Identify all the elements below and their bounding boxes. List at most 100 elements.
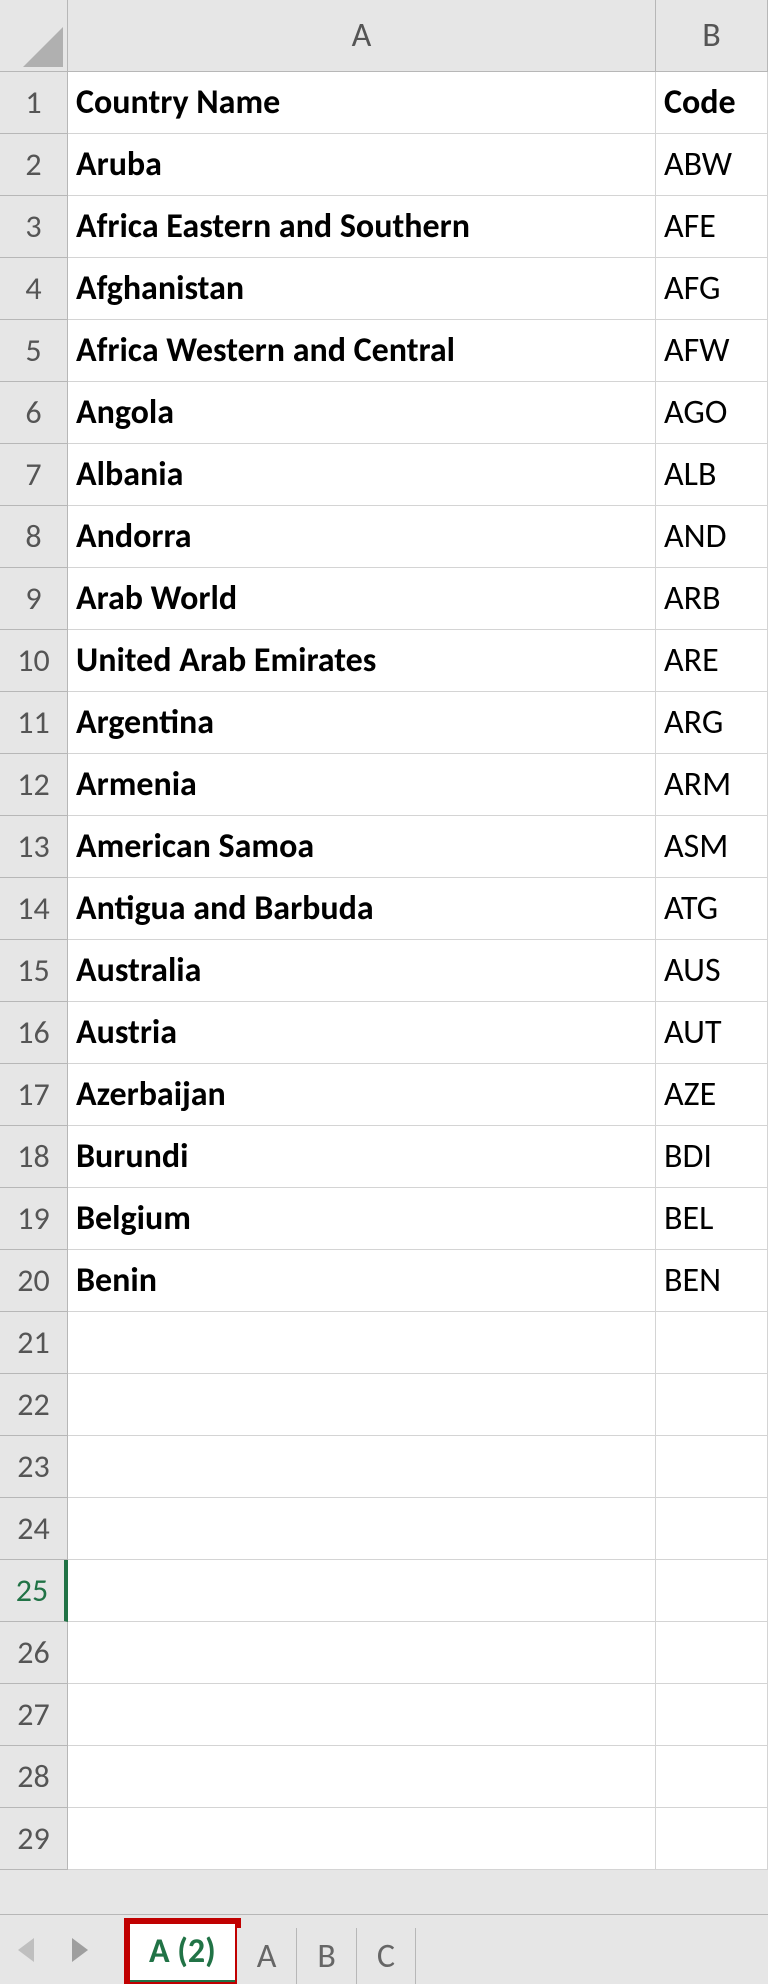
cell-B[interactable]: ATG xyxy=(656,878,768,940)
cell-B[interactable] xyxy=(656,1436,768,1498)
row-header[interactable]: 9 xyxy=(0,568,68,630)
row-header[interactable]: 2 xyxy=(0,134,68,196)
row-header[interactable]: 18 xyxy=(0,1126,68,1188)
spreadsheet-window: A B 1Country NameCode2ArubaABW3Africa Ea… xyxy=(0,0,768,1984)
cell-A[interactable]: Belgium xyxy=(68,1188,656,1250)
cell-B[interactable] xyxy=(656,1746,768,1808)
row-header[interactable]: 20 xyxy=(0,1250,68,1312)
row-header[interactable]: 10 xyxy=(0,630,68,692)
cell-B[interactable] xyxy=(656,1374,768,1436)
row-header[interactable]: 7 xyxy=(0,444,68,506)
cell-A[interactable]: United Arab Emirates xyxy=(68,630,656,692)
row-header[interactable]: 16 xyxy=(0,1002,68,1064)
row-header[interactable]: 26 xyxy=(0,1622,68,1684)
cell-A[interactable]: Africa Eastern and Southern xyxy=(68,196,656,258)
column-header-A[interactable]: A xyxy=(68,0,656,72)
cell-B[interactable]: AND xyxy=(656,506,768,568)
cell-A[interactable]: Africa Western and Central xyxy=(68,320,656,382)
cell-B[interactable]: ALB xyxy=(656,444,768,506)
cell-A[interactable]: Azerbaijan xyxy=(68,1064,656,1126)
cell-B[interactable]: ARG xyxy=(656,692,768,754)
sheet-tab-B[interactable]: B xyxy=(297,1928,357,1984)
table-row: 1Country NameCode xyxy=(0,72,768,134)
row-header[interactable]: 19 xyxy=(0,1188,68,1250)
cell-A[interactable] xyxy=(68,1374,656,1436)
cell-A[interactable]: Australia xyxy=(68,940,656,1002)
cell-B[interactable]: ASM xyxy=(656,816,768,878)
table-row: 25 xyxy=(0,1560,768,1622)
cell-A[interactable]: Antigua and Barbuda xyxy=(68,878,656,940)
row-header[interactable]: 23 xyxy=(0,1436,68,1498)
sheet-tab-A[interactable]: A xyxy=(237,1928,298,1984)
cell-B[interactable]: ARB xyxy=(656,568,768,630)
cell-B[interactable]: AUS xyxy=(656,940,768,1002)
row-header[interactable]: 21 xyxy=(0,1312,68,1374)
select-all-corner[interactable] xyxy=(0,0,68,72)
cell-A[interactable]: Angola xyxy=(68,382,656,444)
row-header[interactable]: 4 xyxy=(0,258,68,320)
row-header[interactable]: 29 xyxy=(0,1808,68,1870)
cell-B[interactable]: ARE xyxy=(656,630,768,692)
row-header[interactable]: 22 xyxy=(0,1374,68,1436)
row-header[interactable]: 12 xyxy=(0,754,68,816)
row-header[interactable]: 27 xyxy=(0,1684,68,1746)
row-header[interactable]: 13 xyxy=(0,816,68,878)
cell-A[interactable] xyxy=(68,1684,656,1746)
row-header[interactable]: 1 xyxy=(0,72,68,134)
row-header[interactable]: 25 xyxy=(0,1560,68,1622)
table-row: 26 xyxy=(0,1622,768,1684)
cell-B[interactable] xyxy=(656,1808,768,1870)
cell-B[interactable] xyxy=(656,1622,768,1684)
row-header[interactable]: 8 xyxy=(0,506,68,568)
row-header[interactable]: 5 xyxy=(0,320,68,382)
cell-B[interactable] xyxy=(656,1560,768,1622)
cell-A[interactable]: Burundi xyxy=(68,1126,656,1188)
cell-B[interactable]: BEN xyxy=(656,1250,768,1312)
cell-A[interactable]: Afghanistan xyxy=(68,258,656,320)
cell-A[interactable]: American Samoa xyxy=(68,816,656,878)
cell-A[interactable]: Armenia xyxy=(68,754,656,816)
cell-B[interactable]: Code xyxy=(656,72,768,134)
cell-A[interactable]: Country Name xyxy=(68,72,656,134)
cell-B[interactable]: AUT xyxy=(656,1002,768,1064)
row-header[interactable]: 15 xyxy=(0,940,68,1002)
cell-B[interactable]: AFG xyxy=(656,258,768,320)
row-header[interactable]: 3 xyxy=(0,196,68,258)
sheet-nav-next-icon[interactable] xyxy=(72,1938,88,1962)
cell-B[interactable] xyxy=(656,1684,768,1746)
cell-B[interactable]: ABW xyxy=(656,134,768,196)
cell-A[interactable] xyxy=(68,1622,656,1684)
cell-A[interactable] xyxy=(68,1312,656,1374)
cell-A[interactable] xyxy=(68,1436,656,1498)
cell-B[interactable]: AGO xyxy=(656,382,768,444)
cell-B[interactable]: BDI xyxy=(656,1126,768,1188)
column-header-B[interactable]: B xyxy=(656,0,768,72)
cell-A[interactable] xyxy=(68,1498,656,1560)
row-header[interactable]: 6 xyxy=(0,382,68,444)
cell-B[interactable]: ARM xyxy=(656,754,768,816)
cell-A[interactable] xyxy=(68,1746,656,1808)
sheet-tab-C[interactable]: C xyxy=(357,1928,416,1984)
cell-B[interactable] xyxy=(656,1498,768,1560)
row-header[interactable]: 11 xyxy=(0,692,68,754)
cell-A[interactable]: Benin xyxy=(68,1250,656,1312)
cell-A[interactable]: Albania xyxy=(68,444,656,506)
row-header[interactable]: 28 xyxy=(0,1746,68,1808)
sheet-tab-active[interactable]: A (2) xyxy=(128,1922,237,1984)
cell-B[interactable]: AFE xyxy=(656,196,768,258)
row-header[interactable]: 17 xyxy=(0,1064,68,1126)
row-header[interactable]: 14 xyxy=(0,878,68,940)
cell-A[interactable]: Arab World xyxy=(68,568,656,630)
cell-A[interactable] xyxy=(68,1808,656,1870)
cell-B[interactable]: AZE xyxy=(656,1064,768,1126)
cell-A[interactable] xyxy=(68,1560,656,1622)
cell-B[interactable] xyxy=(656,1312,768,1374)
cell-A[interactable]: Andorra xyxy=(68,506,656,568)
sheet-nav-prev-icon[interactable] xyxy=(18,1938,34,1962)
cell-A[interactable]: Argentina xyxy=(68,692,656,754)
cell-A[interactable]: Aruba xyxy=(68,134,656,196)
cell-B[interactable]: BEL xyxy=(656,1188,768,1250)
row-header[interactable]: 24 xyxy=(0,1498,68,1560)
cell-B[interactable]: AFW xyxy=(656,320,768,382)
cell-A[interactable]: Austria xyxy=(68,1002,656,1064)
